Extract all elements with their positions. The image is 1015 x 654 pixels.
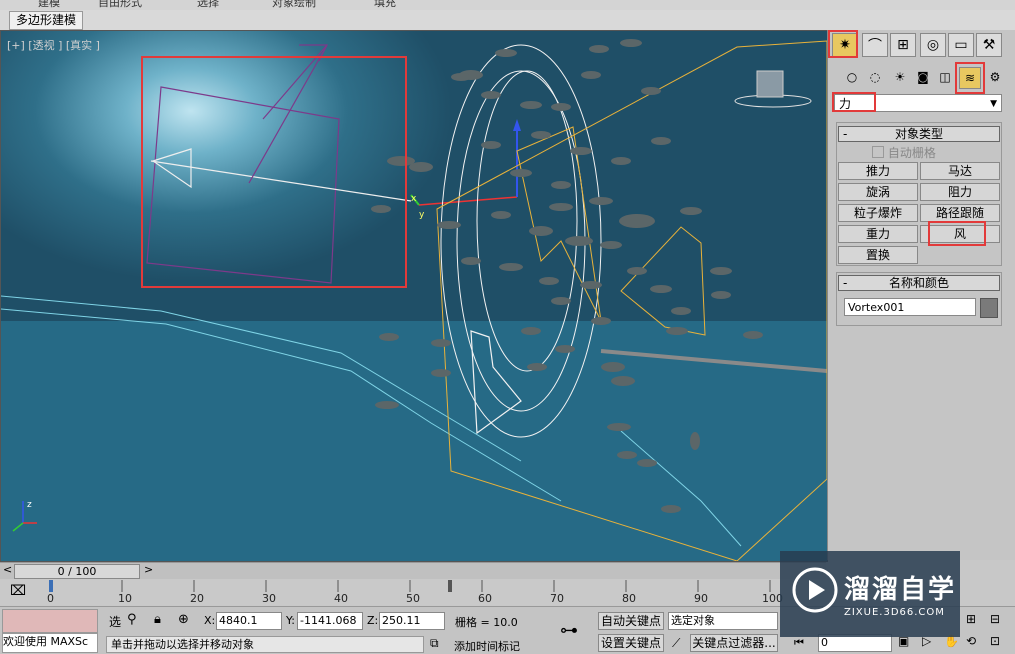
lock-icon[interactable]: 🔒︎ [154, 612, 161, 627]
ribbon-tab-object-paint[interactable]: 对象绘制 [272, 0, 316, 10]
hammer-icon[interactable]: ⚒ [976, 33, 1002, 57]
maximize-viewport-icon[interactable]: ⊡ [990, 634, 1000, 648]
path-follow-button[interactable]: 路径跟随 [920, 204, 1000, 222]
selected-object-dropdown[interactable]: 选定对象 [668, 612, 778, 630]
corner-axis-z: z [27, 500, 32, 510]
ribbon-tab-modeling[interactable]: 建模 [38, 0, 60, 10]
checkbox-icon [872, 146, 884, 158]
zoom-extents-icon[interactable]: ⊞ [966, 612, 976, 626]
time-slider[interactable]: < 0 / 100 > [0, 562, 826, 579]
sphere-icon[interactable]: ○ [842, 67, 862, 87]
watermark-url: ZIXUE.3D66.COM [844, 607, 945, 618]
add-time-tag[interactable]: 添加时间标记 [454, 638, 520, 654]
absolute-mode-icon[interactable]: ⊕ [178, 612, 189, 627]
track-ticks [49, 580, 771, 592]
set-key-button[interactable]: 设置关键点 [598, 634, 664, 652]
tick-80: 80 [622, 592, 636, 605]
display-icon[interactable]: ▭ [948, 33, 974, 57]
command-panel: ✷ ⌒ ⊞ ◎ ▭ ⚒ ○ ◌ ☀ ◙ ◫ ≋ ⚙ 力 ▼ - 对象类型 自动栅… [827, 30, 1015, 560]
tick-60: 60 [478, 592, 492, 605]
name-color-header[interactable]: - 名称和颜色 [838, 275, 1000, 291]
hierarchy-icon[interactable]: ⊞ [890, 33, 916, 57]
z-label: Z: [367, 614, 379, 627]
wind-button[interactable]: 风 [920, 225, 1000, 243]
gravity-button[interactable]: 重力 [838, 225, 918, 243]
displace-button[interactable]: 置换 [838, 246, 918, 264]
orbit-icon[interactable]: ⟲ [966, 634, 976, 648]
drag-button[interactable]: 阻力 [920, 183, 1000, 201]
y-coordinate-input[interactable]: -1141.068 [297, 612, 363, 630]
zoom-all-icon[interactable]: ⊟ [990, 612, 1000, 626]
watermark-logo-icon [792, 567, 838, 613]
tick-90: 90 [694, 592, 708, 605]
helper-icon[interactable]: ◫ [935, 67, 955, 87]
name-color-title: 名称和颜色 [888, 276, 949, 290]
autogrid-label: 自动栅格 [887, 146, 936, 160]
space-warp-icon[interactable]: ≋ [959, 67, 981, 89]
y-label: Y: [286, 614, 295, 627]
grid-size-label: 栅格 = 10.0 [455, 616, 518, 629]
axis-y-label: y [419, 210, 425, 220]
auto-key-button[interactable]: 自动关键点 [598, 612, 664, 630]
ribbon-tab-freeform[interactable]: 自由形式 [98, 0, 142, 10]
watermark-title: 溜溜自学 [844, 575, 957, 605]
camera-icon[interactable]: ◙ [913, 67, 933, 87]
collapse-icon: - [843, 127, 848, 141]
motion-icon[interactable]: ◎ [920, 33, 946, 57]
maxscript-listener[interactable] [2, 609, 98, 633]
gears-icon[interactable]: ⚙ [985, 67, 1005, 87]
tick-10: 10 [118, 592, 132, 605]
autogrid-checkbox[interactable]: 自动栅格 [872, 144, 936, 161]
time-slider-thumb[interactable]: 0 / 100 [14, 564, 140, 579]
tick-40: 40 [334, 592, 348, 605]
object-type-header[interactable]: - 对象类型 [838, 126, 1000, 142]
collapse-icon: - [843, 276, 848, 290]
object-name-input[interactable]: Vortex001 [844, 298, 976, 316]
tick-70: 70 [550, 592, 564, 605]
category-dropdown[interactable]: 力 ▼ [834, 94, 1002, 112]
ribbon-tab-selection[interactable]: 选择 [197, 0, 219, 10]
pbomb-button[interactable]: 粒子爆炸 [838, 204, 918, 222]
vortex-button[interactable]: 旋涡 [838, 183, 918, 201]
isolate-icon[interactable]: ⚲ [127, 612, 137, 627]
time-prev-icon[interactable]: < [3, 563, 12, 576]
tick-30: 30 [262, 592, 276, 605]
viewport-label[interactable]: [+] [透视 ] [真实 ] [7, 37, 100, 53]
key-tangent-icon[interactable]: ⟋ [672, 636, 680, 651]
tick-0: 0 [47, 592, 54, 605]
category-dropdown-value: 力 [839, 97, 852, 111]
motor-button[interactable]: 马达 [920, 162, 1000, 180]
key-filters-button[interactable]: 关键点过滤器... [690, 634, 778, 652]
watermark: 溜溜自学 ZIXUE.3D66.COM [780, 551, 960, 637]
tab-polygon-modeling[interactable]: 多边形建模 [9, 11, 84, 30]
shapes-icon[interactable]: ◌ [865, 67, 885, 87]
welcome-text[interactable]: 欢迎使用 MAXSc [2, 633, 98, 653]
go-to-start-icon[interactable]: ⏮ [794, 636, 804, 650]
x-label: X: [204, 614, 216, 627]
selection-lock-label: 选 [109, 615, 122, 629]
object-type-title: 对象类型 [894, 127, 943, 141]
viewport-scene: x y z [1, 39, 827, 561]
tick-50: 50 [406, 592, 420, 605]
time-next-icon[interactable]: > [144, 563, 153, 576]
ribbon-tab-populate[interactable]: 填充 [374, 0, 396, 10]
perspective-viewport[interactable]: x y z [+] [透视] [真实] [0, 30, 828, 562]
tick-20: 20 [190, 592, 204, 605]
x-coordinate-input[interactable]: 4840.1 [216, 612, 282, 630]
key-icon[interactable]: ⊶ [560, 620, 578, 641]
push-button[interactable]: 推力 [838, 162, 918, 180]
chevron-down-icon: ▼ [990, 99, 997, 109]
light-icon[interactable]: ☀ [890, 67, 910, 87]
modify-curve-icon[interactable]: ⌒ [862, 33, 888, 57]
prompt-line: 单击并拖动以选择并移动对象 [106, 636, 424, 653]
object-color-swatch[interactable] [980, 298, 998, 318]
ribbon-subbar [0, 10, 1015, 30]
axis-x-label: x [411, 194, 417, 204]
key-mode-icon[interactable]: ⌧ [10, 583, 26, 599]
time-tag-icon[interactable]: ⧉ [430, 636, 439, 651]
z-coordinate-input[interactable]: 250.11 [379, 612, 445, 630]
sun-star-icon[interactable]: ✷ [832, 33, 858, 57]
